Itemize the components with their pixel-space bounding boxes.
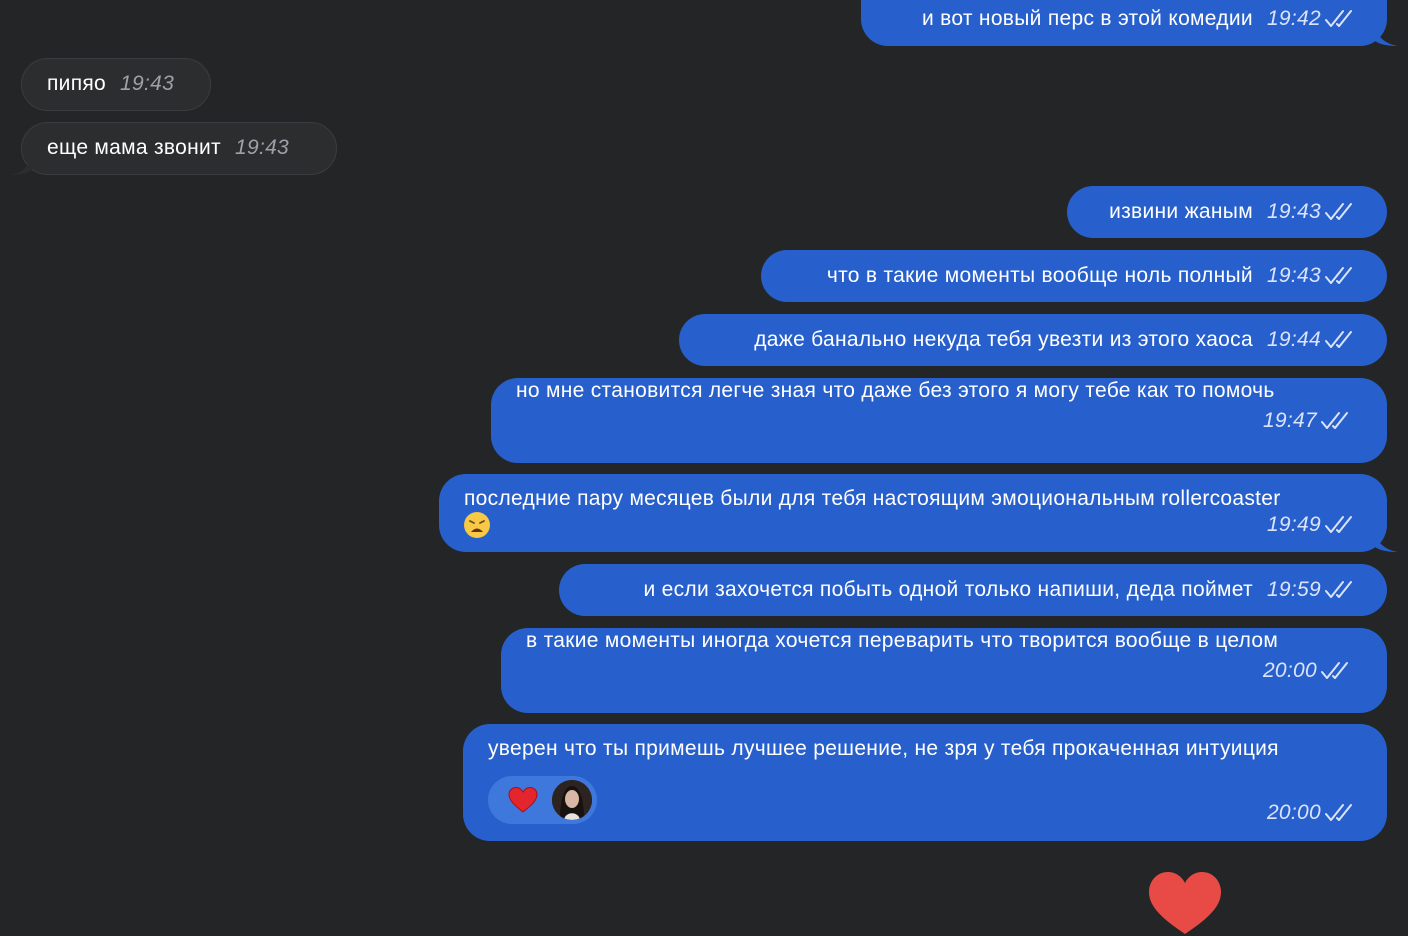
outgoing-message[interactable]: уверен что ты примешь лучшее решение, не… [463,724,1387,841]
outgoing-message[interactable]: извини жаным 19:43 [1067,186,1387,238]
outgoing-message[interactable]: и если захочется побыть одной только нап… [559,564,1387,616]
incoming-message[interactable]: пипяо 19:43 [21,58,211,111]
message-text: и если захочется побыть одной только нап… [643,578,1253,601]
red-heart-icon [508,786,538,821]
weary-face-emoji [464,512,490,538]
double-check-icon [1325,515,1357,535]
message-text: но мне становится легче зная что даже бе… [516,379,1275,402]
message-text: пипяо [47,72,107,95]
message-text: в такие моменты иногда хочется переварит… [526,629,1279,652]
outgoing-message[interactable]: что в такие моменты вообще ноль полный 1… [761,250,1387,302]
double-check-icon [1325,330,1357,350]
message-time: 20:00 [1262,659,1317,682]
message-text: уверен что ты примешь лучшее решение, не… [488,737,1279,760]
double-check-icon [1325,803,1357,823]
message-text: даже банально некуда тебя увезти из этог… [754,328,1253,351]
message-time: 19:43 [234,136,290,159]
bubble-tail [1374,532,1398,552]
message-time: 19:43 [120,72,175,95]
outgoing-message[interactable]: даже банально некуда тебя увезти из этог… [679,314,1387,366]
double-check-icon [1325,202,1357,222]
message-time: 19:43 [1266,200,1321,223]
message-time: 19:49 [1266,513,1321,536]
message-time: 20:00 [1266,801,1321,824]
message-text: и вот новый перс в этой комедии [921,7,1253,30]
message-time: 19:59 [1266,578,1321,601]
reactor-avatar[interactable] [552,780,592,820]
message-text: еще мама звонит [47,136,221,159]
reaction-pill[interactable] [488,776,597,824]
double-check-icon [1325,580,1357,600]
double-check-icon [1321,411,1353,431]
message-time: 19:47 [1262,409,1317,432]
outgoing-message[interactable]: в такие моменты иногда хочется переварит… [501,628,1387,713]
double-check-icon [1325,266,1357,286]
chat-window: и вот новый перс в этой комедии 19:42 пи… [0,0,1408,936]
outgoing-message[interactable]: но мне становится легче зная что даже бе… [491,378,1387,463]
message-text: извини жаным [1109,200,1253,223]
bubble-tail [9,155,33,175]
floating-heart-icon [1147,870,1223,936]
outgoing-message[interactable]: последние пару месяцев были для тебя нас… [439,474,1387,552]
outgoing-message[interactable]: и вот новый перс в этой комедии 19:42 [861,0,1387,46]
message-time: 19:42 [1266,7,1321,30]
bubble-tail [1374,26,1398,46]
message-text: последние пару месяцев были для тебя нас… [464,487,1281,510]
double-check-icon [1325,9,1357,29]
incoming-message[interactable]: еще мама звонит 19:43 [21,122,337,175]
double-check-icon [1321,661,1353,681]
message-time: 19:43 [1266,264,1321,287]
message-text: что в такие моменты вообще ноль полный [826,264,1253,287]
message-time: 19:44 [1266,328,1321,351]
